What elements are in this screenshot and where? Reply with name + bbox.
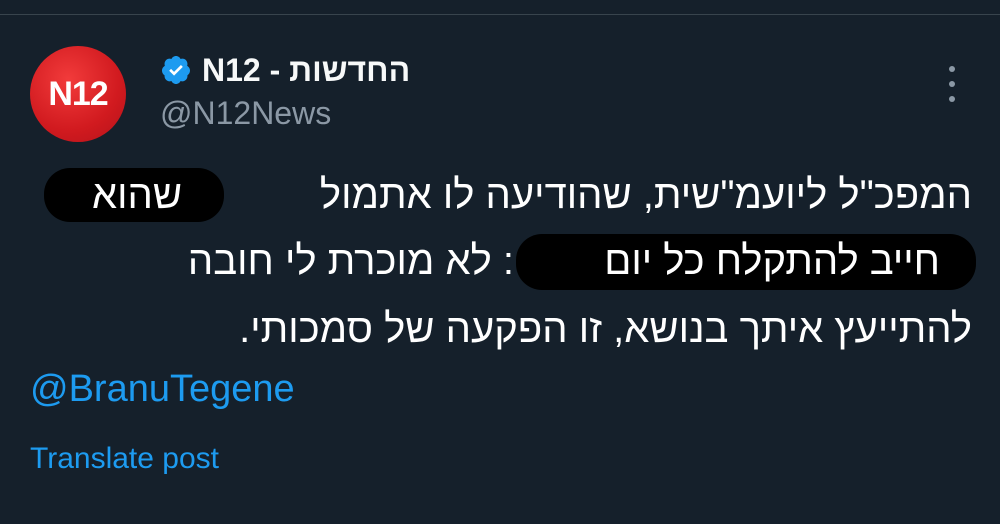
display-name: החדשות - N12 [202, 51, 411, 88]
tweet-text-redacted-word: שהוא [92, 173, 183, 217]
mention-link[interactable]: @BranuTegene [30, 368, 295, 411]
avatar-logo-text: N12 [48, 74, 108, 113]
avatar[interactable]: N12 [30, 46, 126, 142]
tweet-text-redacted-phrase: חייב להתקלח כל יום [604, 239, 940, 283]
divider [0, 14, 1000, 15]
translate-post-link[interactable]: Translate post [30, 442, 219, 476]
tweet-card: N12 החדשות - N12 @N12News המפכ"ל ליועמ"ש… [0, 0, 1000, 524]
tweet-text-line-3: להתייעץ איתך בנושא, זו הפקעה של סמכותי. [239, 307, 972, 351]
more-vertical-icon[interactable] [938, 66, 966, 102]
verified-badge-icon [161, 56, 190, 84]
author-name-row[interactable]: החדשות - N12 [160, 50, 410, 90]
tweet-text-line-1: המפכ"ל ליועמ"שית, שהודיעה לו אתמול [319, 173, 972, 217]
author-handle[interactable]: @N12News [160, 95, 331, 132]
tweet-text-line-2: : לא מוכרת לי חובה [187, 239, 514, 283]
